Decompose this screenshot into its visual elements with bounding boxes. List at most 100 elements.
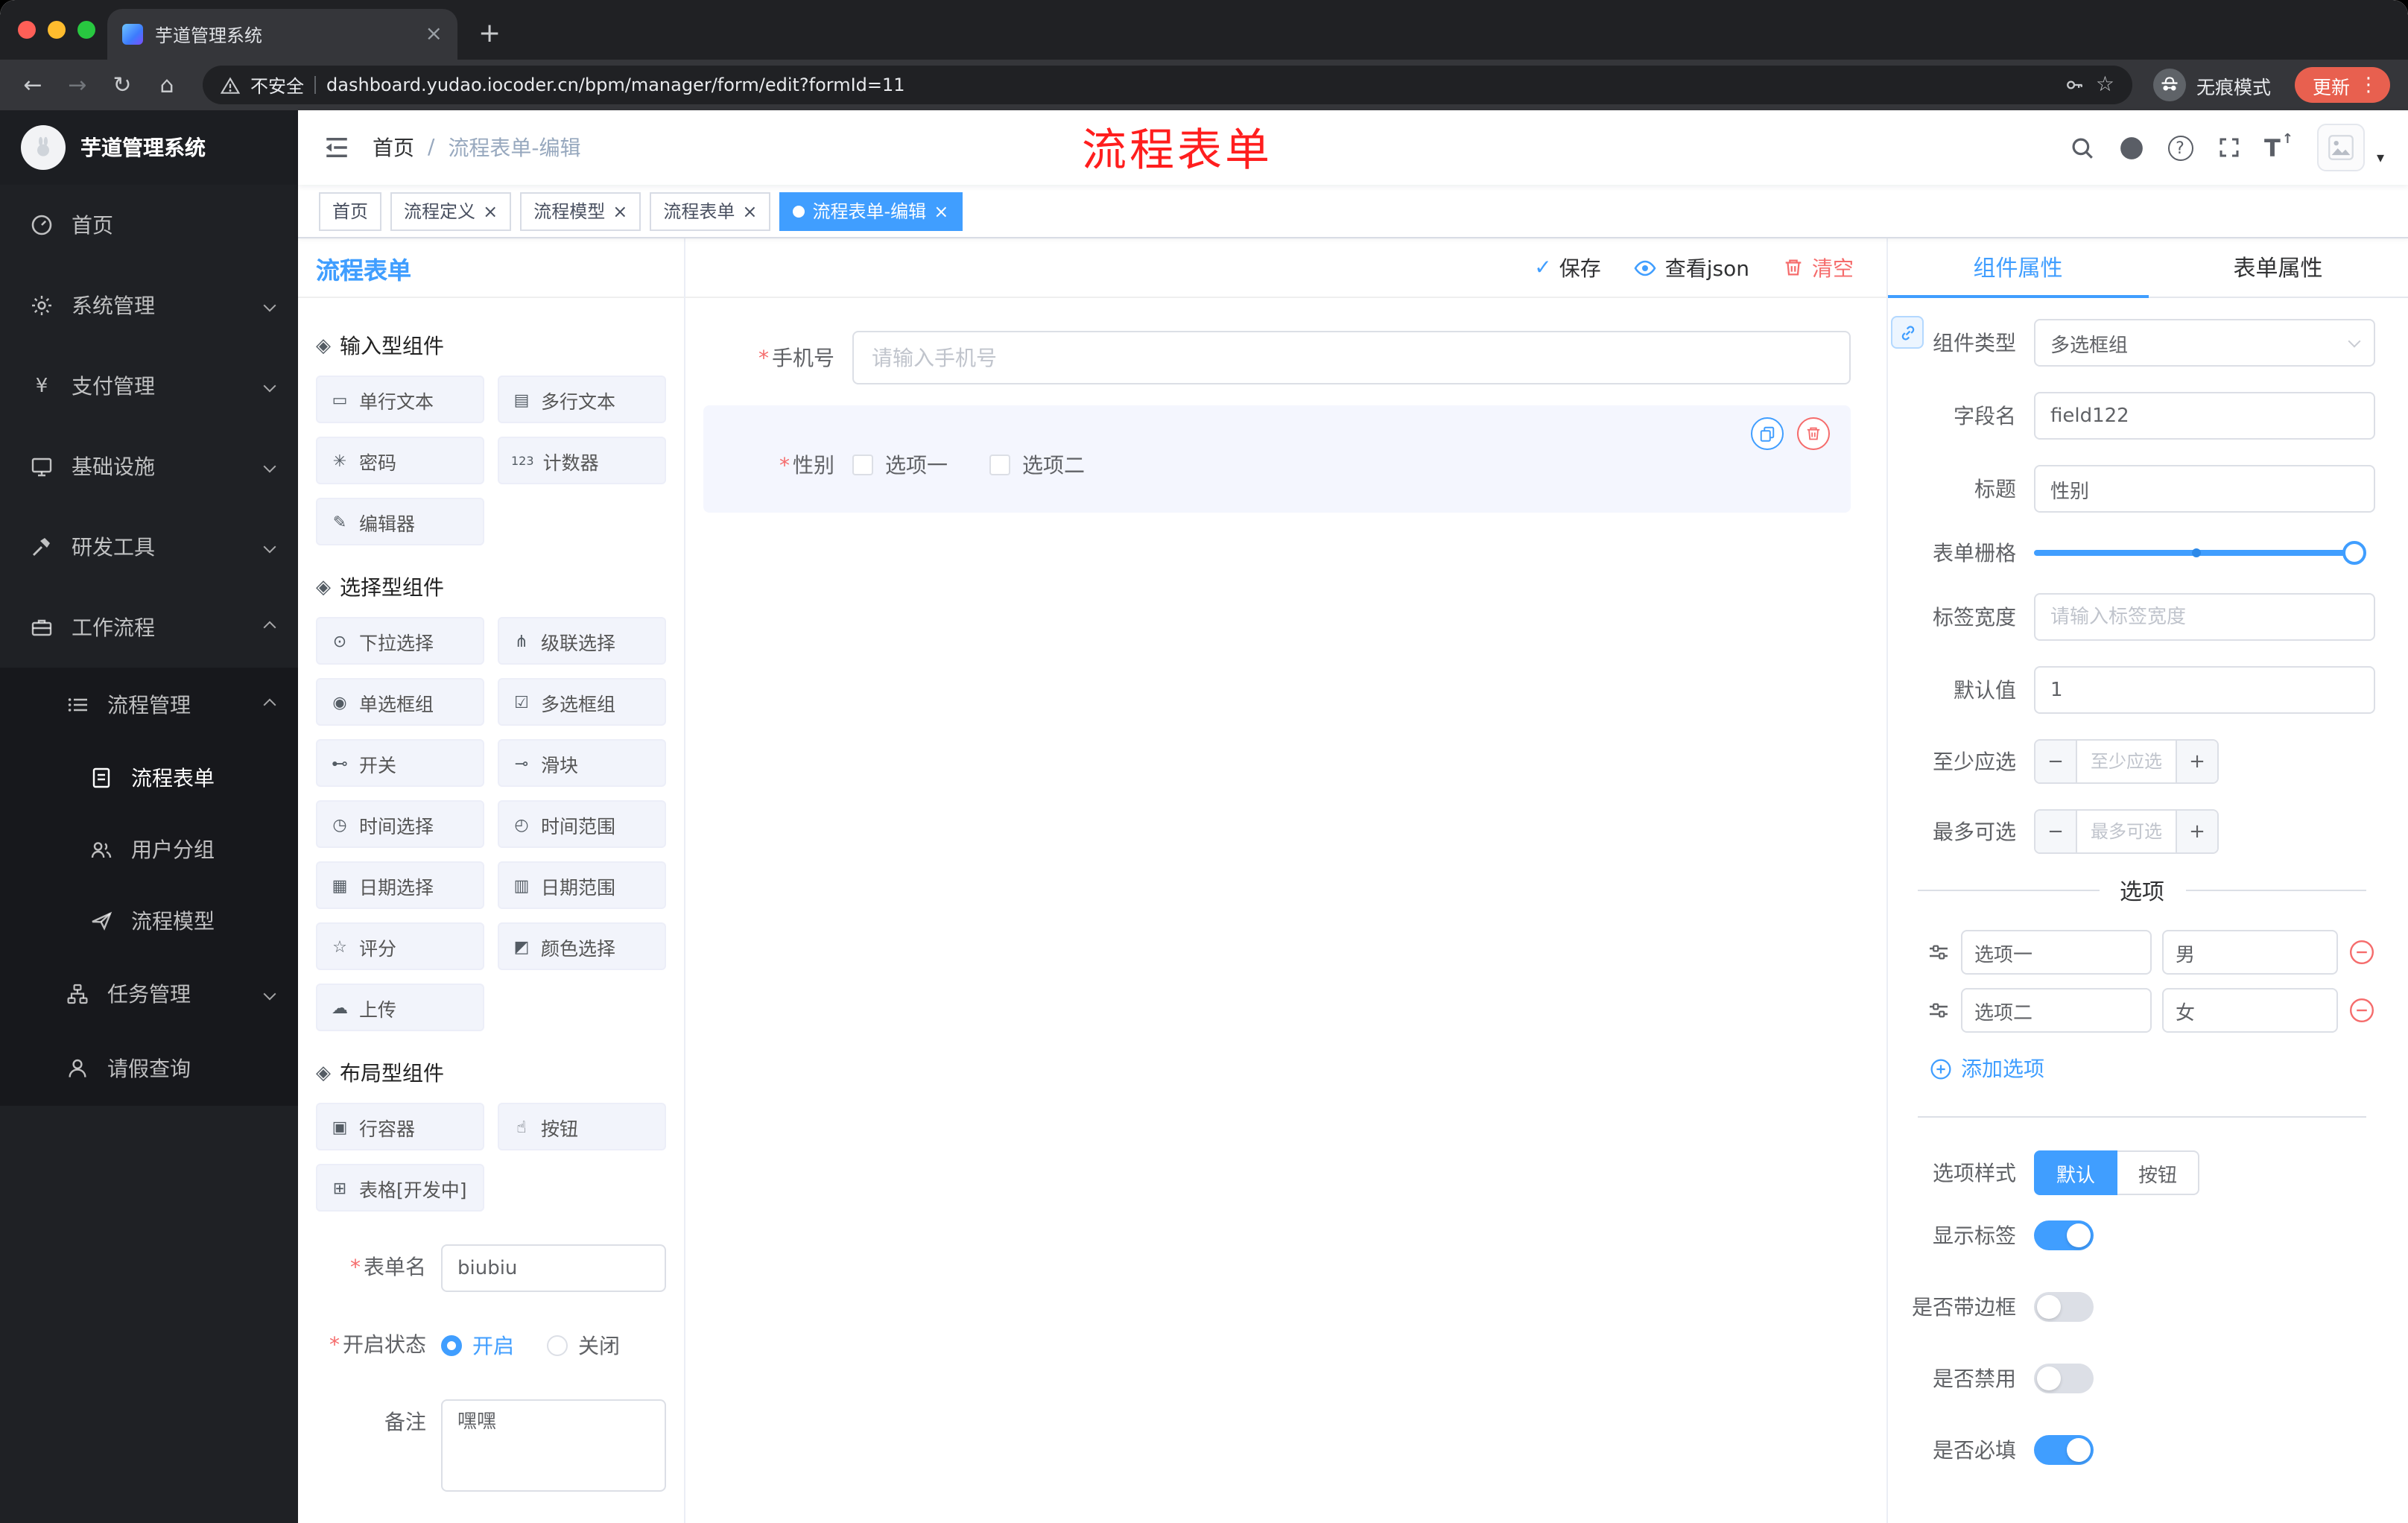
option-label-input[interactable] [1961,988,2152,1033]
palette-item-radio-group[interactable]: ◉ 单选框组 [316,678,484,726]
tag-close-icon[interactable]: × [742,200,757,221]
option-value-input[interactable] [2162,930,2338,975]
remove-option-icon[interactable] [2348,939,2375,966]
window-zoom-button[interactable] [77,21,95,39]
title-input[interactable] [2034,465,2375,513]
canvas[interactable]: * 手机号 请输入手机号 * 性别 选项一 选项二 [685,298,1886,1523]
palette-item-editor[interactable]: ✎ 编辑器 [316,498,484,545]
sidebar-item-payment[interactable]: ¥ 支付管理 [0,346,298,426]
palette-item-time-range[interactable]: ◴ 时间范围 [498,800,666,848]
option-label-input[interactable] [1961,930,2152,975]
avatar[interactable] [2316,124,2365,171]
palette-item-counter[interactable]: 123 计数器 [498,437,666,484]
tag-process-form-edit[interactable]: 流程表单-编辑 × [779,191,963,230]
sidebar-item-process-management[interactable]: 流程管理 [0,668,298,742]
palette-item-slider[interactable]: ⊸ 滑块 [498,739,666,787]
palette-item-rate[interactable]: ☆ 评分 [316,922,484,970]
sidebar-item-infrastructure[interactable]: 基础设施 [0,426,298,507]
window-minimize-button[interactable] [48,21,66,39]
palette-item-select[interactable]: ⊙ 下拉选择 [316,617,484,665]
status-on-radio[interactable]: 开启 [441,1331,514,1361]
sidebar-item-system[interactable]: 系统管理 [0,265,298,346]
palette-item-table[interactable]: ⊞ 表格[开发中] [316,1164,484,1212]
sidebar-item-home[interactable]: 首页 [0,185,298,265]
palette-item-checkbox-group[interactable]: ☑ 多选框组 [498,678,666,726]
checkbox-box[interactable] [989,455,1010,475]
palette-item-single-line-text[interactable]: ▭ 单行文本 [316,376,484,423]
tab-form-props[interactable]: 表单属性 [2148,238,2408,297]
phone-input[interactable] [852,331,1851,384]
sidebar-logo[interactable]: 芋道管理系统 [0,110,298,185]
avatar-caret-icon[interactable]: ▾ [2377,151,2384,167]
sidebar-item-user-group[interactable]: 用户分组 [0,814,298,885]
border-switch[interactable] [2034,1292,2094,1322]
drag-handle-icon[interactable] [1927,998,1951,1022]
sidebar-item-process-model[interactable]: 流程模型 [0,885,298,957]
field-name-input[interactable] [2034,392,2375,440]
window-close-button[interactable] [18,21,36,39]
palette-item-password[interactable]: ✳ 密码 [316,437,484,484]
breadcrumb-home[interactable]: 首页 [373,133,414,162]
palette-item-button[interactable]: ☝ 按钮 [498,1103,666,1150]
forward-icon[interactable]: → [63,72,92,98]
palette-item-upload[interactable]: ☁ 上传 [316,984,484,1031]
key-icon[interactable] [2065,75,2085,95]
browser-menu-icon[interactable]: ⋮ [2353,74,2384,96]
text-size-icon[interactable]: T ↑ [2264,133,2293,162]
help-icon[interactable]: ? [2167,135,2193,160]
slider-handle[interactable] [2342,541,2366,565]
disabled-switch[interactable] [2034,1364,2094,1393]
grid-slider[interactable] [2034,541,2366,565]
show-label-switch[interactable] [2034,1220,2094,1250]
style-default-button[interactable]: 默认 [2034,1150,2118,1195]
palette-item-date-range[interactable]: ▥ 日期范围 [498,861,666,909]
decrease-button[interactable]: − [2035,741,2077,782]
tag-close-icon[interactable]: × [612,200,627,221]
label-width-input[interactable] [2034,593,2375,641]
palette-item-cascader[interactable]: ⋔ 级联选择 [498,617,666,665]
fullscreen-icon[interactable] [2217,136,2240,159]
style-button-button[interactable]: 按钮 [2117,1150,2200,1195]
sidebar-item-task-management[interactable]: 任务管理 [0,957,298,1031]
checkbox-option-1[interactable]: 选项一 [852,450,948,480]
github-icon[interactable] [2118,135,2144,160]
save-button[interactable]: ✓ 保存 [1534,253,1600,282]
checkbox-option-2[interactable]: 选项二 [989,450,1085,480]
remove-option-icon[interactable] [2348,997,2375,1024]
add-option-button[interactable]: 添加选项 [1903,1054,2375,1083]
component-type-select[interactable]: 多选框组 [2034,319,2375,367]
browser-tab[interactable]: 芋道管理系统 × [107,9,457,60]
back-icon[interactable]: ← [18,72,48,98]
increase-button[interactable]: + [2176,741,2217,782]
bookmark-star-icon[interactable]: ☆ [2096,73,2114,97]
option-value-input[interactable] [2162,988,2338,1033]
drag-handle-icon[interactable] [1927,940,1951,964]
address-bar[interactable]: 不安全 dashboard.yudao.iocoder.cn/bpm/manag… [203,66,2132,104]
required-switch[interactable] [2034,1435,2094,1465]
view-json-button[interactable]: 查看json [1634,253,1749,282]
palette-item-date-picker[interactable]: ▦ 日期选择 [316,861,484,909]
search-icon[interactable] [2069,135,2094,160]
form-name-input[interactable] [441,1244,666,1292]
tag-process-form[interactable]: 流程表单 × [650,191,771,230]
browser-update-button[interactable]: 更新 ⋮ [2294,67,2390,103]
link-icon[interactable] [1891,316,1924,349]
security-warning-icon[interactable] [221,75,240,95]
max-select-input[interactable] [2077,811,2176,852]
reload-icon[interactable]: ↻ [107,72,137,98]
clear-button[interactable]: 清空 [1782,253,1854,282]
palette-item-color-picker[interactable]: ◩ 颜色选择 [498,922,666,970]
sidebar-collapse-icon[interactable] [322,133,352,162]
sidebar-item-workflow[interactable]: 工作流程 [0,587,298,668]
home-icon[interactable]: ⌂ [152,72,182,98]
tag-home[interactable]: 首页 [319,191,382,230]
tag-process-definition[interactable]: 流程定义 × [390,191,512,230]
checkbox-box[interactable] [852,455,873,475]
min-select-input[interactable] [2077,741,2176,782]
palette-item-textarea[interactable]: ▤ 多行文本 [498,376,666,423]
status-off-radio[interactable]: 关闭 [547,1331,620,1361]
tag-close-icon[interactable]: × [483,200,498,221]
new-tab-button[interactable]: + [478,18,501,49]
palette-item-row-container[interactable]: ▣ 行容器 [316,1103,484,1150]
tag-close-icon[interactable]: × [934,200,948,221]
